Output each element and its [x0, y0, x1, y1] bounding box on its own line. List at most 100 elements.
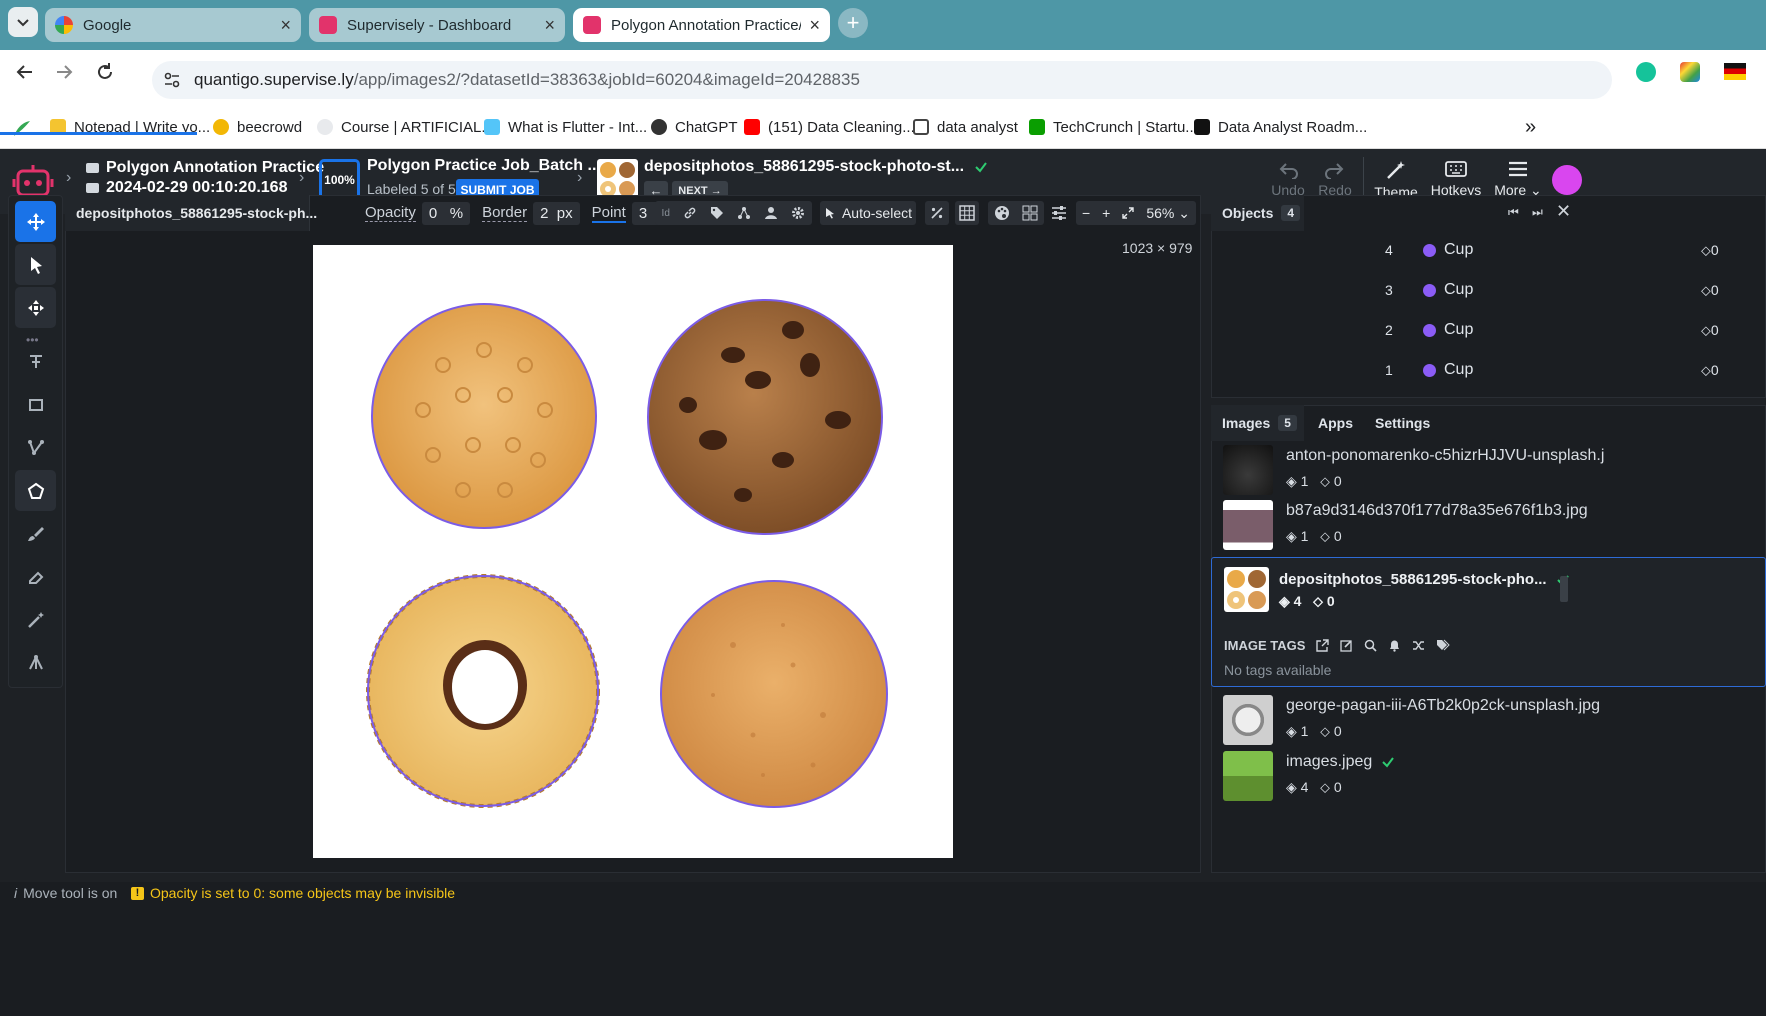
- bookmark-label: beecrowd: [237, 118, 303, 136]
- close-panel-icon[interactable]: ✕: [1556, 201, 1571, 222]
- object-number: 2: [1385, 322, 1393, 338]
- annotation-image[interactable]: [313, 245, 953, 858]
- selected-image-card[interactable]: depositphotos_58861295-stock-pho... ◈ 4 …: [1211, 557, 1766, 687]
- bookmark-beecrowd[interactable]: beecrowd: [213, 116, 302, 138]
- user-avatar[interactable]: [1552, 165, 1582, 195]
- reload-icon[interactable]: [94, 61, 116, 83]
- edit-icon[interactable]: [1340, 639, 1353, 652]
- address-bar[interactable]: quantigo.supervise.ly/app/images2/?datas…: [152, 61, 1612, 99]
- last-object-button[interactable]: ⏭: [1532, 205, 1543, 220]
- bookmark-flutter[interactable]: What is Flutter - Int...: [484, 116, 647, 138]
- palette-icon[interactable]: [994, 205, 1010, 221]
- browser-tab-dashboard[interactable]: Supervisely - Dashboard ×: [309, 8, 565, 42]
- search-icon[interactable]: [1364, 639, 1377, 652]
- bookmark-youtube[interactable]: (151) Data Cleaning...: [744, 116, 915, 138]
- object-label: Cup: [1444, 241, 1474, 258]
- bookmark-course[interactable]: Course | ARTIFICIAL...: [317, 116, 494, 138]
- file-name-text: depositphotos_58861295-stock-ph...: [76, 205, 318, 221]
- object-row[interactable]: 1 Cup ⬦0: [1367, 350, 1766, 390]
- project-breadcrumb[interactable]: Polygon Annotation Practice 2024-02-29 0…: [86, 159, 324, 197]
- flag-extension-icon[interactable]: [1724, 63, 1746, 80]
- image-thumbnail: [1223, 445, 1273, 495]
- new-tab-button[interactable]: +: [838, 8, 868, 38]
- forward-icon[interactable]: [53, 61, 75, 83]
- tab-list-dropdown-button[interactable]: [8, 7, 38, 37]
- settings-tab[interactable]: Settings: [1375, 415, 1430, 431]
- globe-icon: [317, 119, 333, 135]
- shuffle-icon[interactable]: [1412, 639, 1425, 652]
- tag-count-value: 0: [1710, 281, 1719, 298]
- zoom-in-button[interactable]: +: [1102, 205, 1110, 221]
- grammarly-extension-icon[interactable]: [1636, 62, 1656, 82]
- gear-icon[interactable]: [791, 206, 805, 220]
- objects-count-badge: 4: [1281, 205, 1301, 221]
- external-link-icon[interactable]: [1316, 639, 1330, 652]
- compare-button[interactable]: [925, 201, 949, 225]
- bookmark-techcrunch[interactable]: TechCrunch | Startu...: [1029, 116, 1198, 138]
- browser-tab-strip: Google × Supervisely - Dashboard × Polyg…: [0, 0, 1766, 50]
- check-icon: [975, 162, 987, 173]
- apps-tab[interactable]: Apps: [1318, 415, 1353, 431]
- drag-tool-button[interactable]: [15, 287, 56, 328]
- browser-tab-google[interactable]: Google ×: [45, 8, 301, 42]
- user-icon[interactable]: [764, 206, 778, 220]
- border-input[interactable]: 2 px: [533, 201, 580, 225]
- first-object-button[interactable]: ⏮: [1508, 205, 1519, 220]
- close-tab-icon[interactable]: ×: [809, 15, 820, 36]
- select-tool-button[interactable]: [15, 244, 56, 285]
- polyline-tool-button[interactable]: [15, 427, 56, 468]
- link-icon[interactable]: [683, 206, 697, 220]
- opacity-unit: %: [449, 204, 464, 222]
- image-list-item[interactable]: anton-ponomarenko-c5hizrHJJVU-unsplash.j…: [1213, 440, 1612, 500]
- back-icon[interactable]: [14, 61, 36, 83]
- opacity-input[interactable]: 0 %: [421, 201, 471, 225]
- scroll-indicator[interactable]: [1560, 576, 1568, 602]
- brush-tool-button[interactable]: [15, 513, 56, 554]
- move-tool-button[interactable]: [15, 201, 56, 242]
- polygon-tool-button[interactable]: [15, 470, 56, 511]
- bookmark-chatgpt[interactable]: ChatGPT: [651, 116, 738, 138]
- object-row[interactable]: 4 Cup ⬦0: [1367, 230, 1766, 270]
- image-name: b87a9d3146d370f177d78a35e676f1b3.jpg: [1286, 502, 1588, 519]
- smart-tool-button[interactable]: [15, 599, 56, 640]
- close-tab-icon[interactable]: ×: [544, 15, 555, 36]
- object-row[interactable]: 3 Cup ⬦0: [1367, 270, 1766, 310]
- graph-nodes-icon[interactable]: [737, 206, 751, 220]
- zoom-select[interactable]: 56% ⌄: [1146, 205, 1190, 222]
- show-id-toggle[interactable]: Id: [662, 208, 670, 219]
- auto-select-button[interactable]: Auto-select: [820, 201, 916, 225]
- close-tab-icon[interactable]: ×: [280, 15, 291, 36]
- image-list-item[interactable]: george-pagan-iii-A6Tb2k0p2ck-unsplash.jp…: [1213, 690, 1612, 750]
- tag-icon[interactable]: [710, 206, 724, 220]
- border-value: 2: [540, 204, 549, 222]
- image-list-item[interactable]: b87a9d3146d370f177d78a35e676f1b3.jpg ◈ 1…: [1213, 495, 1612, 555]
- image-name: images.jpeg: [1286, 753, 1395, 771]
- browser-tab-active[interactable]: Polygon Annotation Practice/20 ×: [573, 8, 830, 42]
- colorful-extension-icon[interactable]: [1680, 62, 1700, 82]
- zoom-out-button[interactable]: −: [1082, 205, 1090, 221]
- image-list-item[interactable]: images.jpeg ◈ 4 ⬦ 0: [1213, 746, 1612, 806]
- percent-icon: [931, 207, 943, 219]
- bookmarks-overflow-button[interactable]: »: [1525, 116, 1536, 138]
- mosaic-icon[interactable]: [1022, 205, 1038, 221]
- page-loading-bar: [0, 132, 197, 135]
- object-count: 1: [1300, 528, 1309, 544]
- object-row[interactable]: 2 Cup ⬦0: [1367, 310, 1766, 350]
- objects-tab[interactable]: Objects 4: [1211, 195, 1304, 231]
- opacity-value: 0: [428, 204, 438, 222]
- images-tab[interactable]: Images 5: [1211, 405, 1304, 441]
- tags-icon[interactable]: [1436, 639, 1451, 652]
- oat-biscuit: [660, 580, 888, 808]
- bell-icon[interactable]: [1388, 639, 1401, 652]
- site-info-icon[interactable]: [162, 70, 182, 90]
- eraser-tool-button[interactable]: [15, 556, 56, 597]
- grid-button[interactable]: [955, 201, 979, 225]
- adjustments-icon[interactable]: [1051, 205, 1067, 221]
- check-icon: [1382, 757, 1395, 768]
- point-tool-button[interactable]: [15, 341, 56, 382]
- skeleton-tool-button[interactable]: [15, 642, 56, 683]
- fit-screen-icon[interactable]: [1122, 207, 1135, 219]
- bookmark-roadmap[interactable]: Data Analyst Roadm...: [1194, 116, 1367, 138]
- bookmark-data-analyst-folder[interactable]: data analyst: [913, 116, 1018, 138]
- rectangle-tool-button[interactable]: [15, 384, 56, 425]
